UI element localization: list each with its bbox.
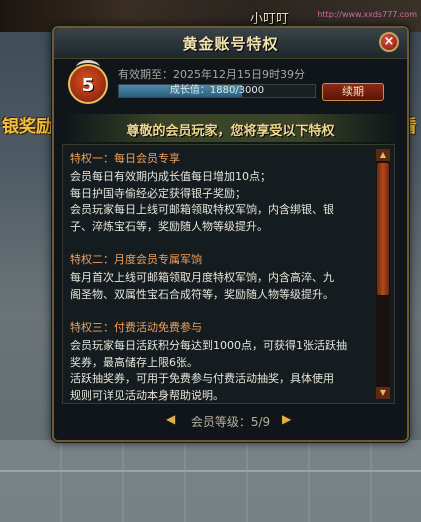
scene-floor-line xyxy=(0,470,421,472)
perk-description-line: 规则可详见活动本身帮助说明。 xyxy=(70,388,224,402)
renew-button[interactable]: 续期 xyxy=(322,83,384,101)
perk-description-line: 每月首次上线可邮箱领取月度特权军饷，内含高淬、九 xyxy=(70,271,334,284)
growth-progress-bar: 成长值：1880/3000 xyxy=(118,84,316,98)
perk-list-panel: 特权一：每日会员专享会员每日有效期内成长值每日增加10点； 每日护国寺偷经必定获得… xyxy=(62,144,395,404)
growth-progress-label: 成长值：1880/3000 xyxy=(169,85,265,96)
scroll-thumb[interactable] xyxy=(377,163,389,295)
gold-account-privilege-dialog: 黄金账号特权 × 5 有效期至：2025年12月15日9时39分 成长值：188… xyxy=(52,26,409,442)
perk-title: 特权二：月度会员专属军饷 xyxy=(70,253,202,266)
member-level-number: 5 xyxy=(81,75,95,96)
perk-description-line: 奖券，最高储存上限6张。 xyxy=(70,355,198,369)
member-level-badge: 5 xyxy=(68,60,108,104)
perk-description-line: 阁圣物、双属性宝石合成符等，奖励随人物等级提升。 xyxy=(70,287,334,301)
title-bar[interactable]: 黄金账号特权 × xyxy=(54,28,407,59)
perk-spacer xyxy=(70,303,366,320)
perk-list-scrollbar[interactable]: ▲ ▼ xyxy=(376,149,390,399)
perk-list: 特权一：每日会员专享会员每日有效期内成长值每日增加10点； 每日护国寺偷经必定获得… xyxy=(70,151,366,403)
privilege-header: 尊敬的会员玩家，您将享受以下特权 xyxy=(62,114,399,142)
member-level-pager: ◀ 会员等级：5/9 ▶ xyxy=(54,412,407,430)
dialog-title: 黄金账号特权 xyxy=(182,35,279,53)
perk-description-line: 会员玩家每日上线可邮箱领取特权军饷，内含绑银、银 xyxy=(70,203,334,216)
npc-name-right: 小叮叮 xyxy=(250,12,290,27)
member-level-text: 会员等级：5/9 xyxy=(190,415,271,429)
perk-spacer xyxy=(70,235,366,252)
perk-description-line: 每日护国寺偷经必定获得银子奖励； xyxy=(70,186,246,200)
watermark: http://www.xxds777.com xyxy=(317,10,417,19)
scroll-up-icon[interactable]: ▲ xyxy=(376,149,390,161)
expiry-text: 有效期至：2025年12月15日9时39分 xyxy=(118,68,305,81)
next-level-icon[interactable]: ▶ xyxy=(282,412,291,426)
perk-title: 特权一：每日会员专享 xyxy=(70,152,180,165)
scene-floor xyxy=(0,440,421,522)
close-icon: × xyxy=(383,34,395,49)
perk-description-line: 活跃抽奖券，可用于免费参与付费活动抽奖，具体使用 xyxy=(70,372,334,385)
wing-icon xyxy=(76,60,100,75)
perk-description-line: 会员玩家每日活跃积分每达到1000点，可获得1张活跃抽 xyxy=(70,339,347,352)
scroll-down-icon[interactable]: ▼ xyxy=(376,387,390,399)
close-button[interactable]: × xyxy=(379,32,399,52)
perk-title: 特权三：付费活动免费参与 xyxy=(70,321,202,334)
banner-left: 银奖励 xyxy=(2,117,53,137)
perk-description-line: 子、淬炼宝石等，奖励随人物等级提升。 xyxy=(70,219,268,233)
privilege-header-text: 尊敬的会员玩家，您将享受以下特权 xyxy=(126,124,335,139)
perk-description-line: 会员每日有效期内成长值每日增加10点； xyxy=(70,170,271,183)
